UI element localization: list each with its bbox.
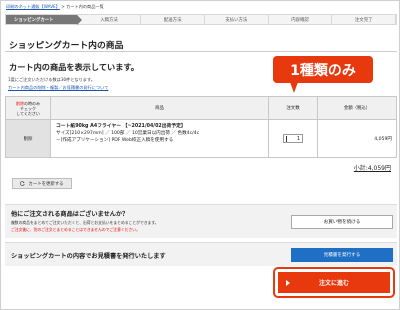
estimate-title: ショッピングカートの内容でお見積書を発行いたします [11, 253, 166, 260]
product-spec: サイズ[210×297mm] ／ 100部 ／ 10営業日以内出荷 ／ 色数4c… [56, 130, 200, 136]
breadcrumb-separator: > [61, 4, 65, 9]
cart-table-header: 削除の時のみ チェック してください 商品 注文数 金額（税込） [5, 96, 397, 120]
step-shipping: 配送方法 [141, 15, 206, 24]
breadcrumb-home-link[interactable]: 印刷のネット通販【WAVE】 [6, 4, 60, 9]
callout-pointer [290, 82, 298, 93]
header-product: 商品 [51, 97, 269, 119]
proceed-to-order-button[interactable]: 注文に進む [278, 272, 390, 293]
header-delete: 削除の時のみ チェック してください [6, 97, 51, 119]
product-option: －[作成アプリケーション] PDF Web校正入稿を使用する [56, 137, 174, 143]
refresh-icon [20, 181, 26, 186]
breadcrumb: 印刷のネット通販【WAVE】 > カート内の商品一覧 [6, 4, 104, 10]
header-delete-line3: してください [16, 110, 40, 116]
amount-cell: 4,059円 [374, 136, 392, 142]
header-qty: 注文数 [269, 97, 318, 119]
quantity-input[interactable]: 1 [283, 134, 303, 143]
product-name: コート紙90kg A4フライヤー 【~2021/04/02出荷予定】 [56, 124, 186, 129]
step-cart: ショッピングカート [6, 15, 82, 25]
cart-table: 削除の時のみ チェック してください 商品 注文数 金額（税込） 削除 コート紙… [5, 96, 397, 158]
callout-label: 1種類のみ [273, 56, 373, 83]
cart-help-link[interactable]: カート内商品の削除・複製／お見積書の発行について [8, 85, 108, 91]
step-confirm: 内容確認 [269, 15, 333, 24]
continue-shopping-section: 他にご注文される商品はございませんか？ 複数の商品をまとめてご注文いただくと、出… [5, 204, 397, 238]
header-amount: 金額（税込） [343, 106, 371, 111]
page: 印刷のネット通販【WAVE】 > カート内の商品一覧 ショッピングカート 入稿方… [0, 0, 400, 310]
product-cell: コート紙90kg A4フライヤー 【~2021/04/02出荷予定】 サイズ[2… [51, 120, 269, 157]
page-subtitle: カート内の商品を表示しています。 [9, 62, 139, 72]
breadcrumb-current: カート内の商品一覧 [66, 4, 104, 9]
continue-shopping-warning: ご注文後に、別のご注文とまとめることはできませんのでご注意ください。 [11, 227, 140, 232]
delete-cell[interactable]: 削除 [6, 120, 51, 157]
checkout-steps: ショッピングカート 入稿方法 配送方法 支払い方法 内容確認 注文完了 [5, 14, 397, 25]
estimate-section: ショッピングカートの内容でお見積書を発行いたします 見積書を発行する [5, 242, 397, 266]
issue-estimate-button[interactable]: 見積書を発行する [291, 248, 393, 262]
continue-shopping-button[interactable]: お買い物を続ける [291, 215, 393, 229]
step-complete: 注文完了 [332, 15, 397, 24]
subtotal: 小計:4,059円 [353, 165, 391, 172]
step-payment: 支払い方法 [205, 15, 269, 24]
continue-shopping-title: 他にご注文される商品はございませんか？ [11, 211, 129, 218]
continue-shopping-text: 複数の商品をまとめてご注文いただくと、出荷とお支払いをまとめることができます。 [11, 220, 159, 225]
step-upload: 入稿方法 [78, 15, 142, 24]
update-cart-button[interactable]: カートを更新する [12, 178, 72, 189]
table-row: 削除 コート紙90kg A4フライヤー 【~2021/04/02出荷予定】 サイ… [5, 120, 397, 158]
arrow-right-icon [286, 280, 290, 286]
qty-cell: 1 [269, 120, 318, 157]
page-title: ショッピングカート内の商品 [9, 41, 124, 51]
cart-limit-note: 1度にご注文いただける数は30件となります。 [8, 77, 95, 82]
title-divider [5, 51, 397, 52]
update-cart-label: カートを更新する [28, 181, 64, 187]
proceed-to-order-label: 注文に進む [318, 280, 349, 287]
